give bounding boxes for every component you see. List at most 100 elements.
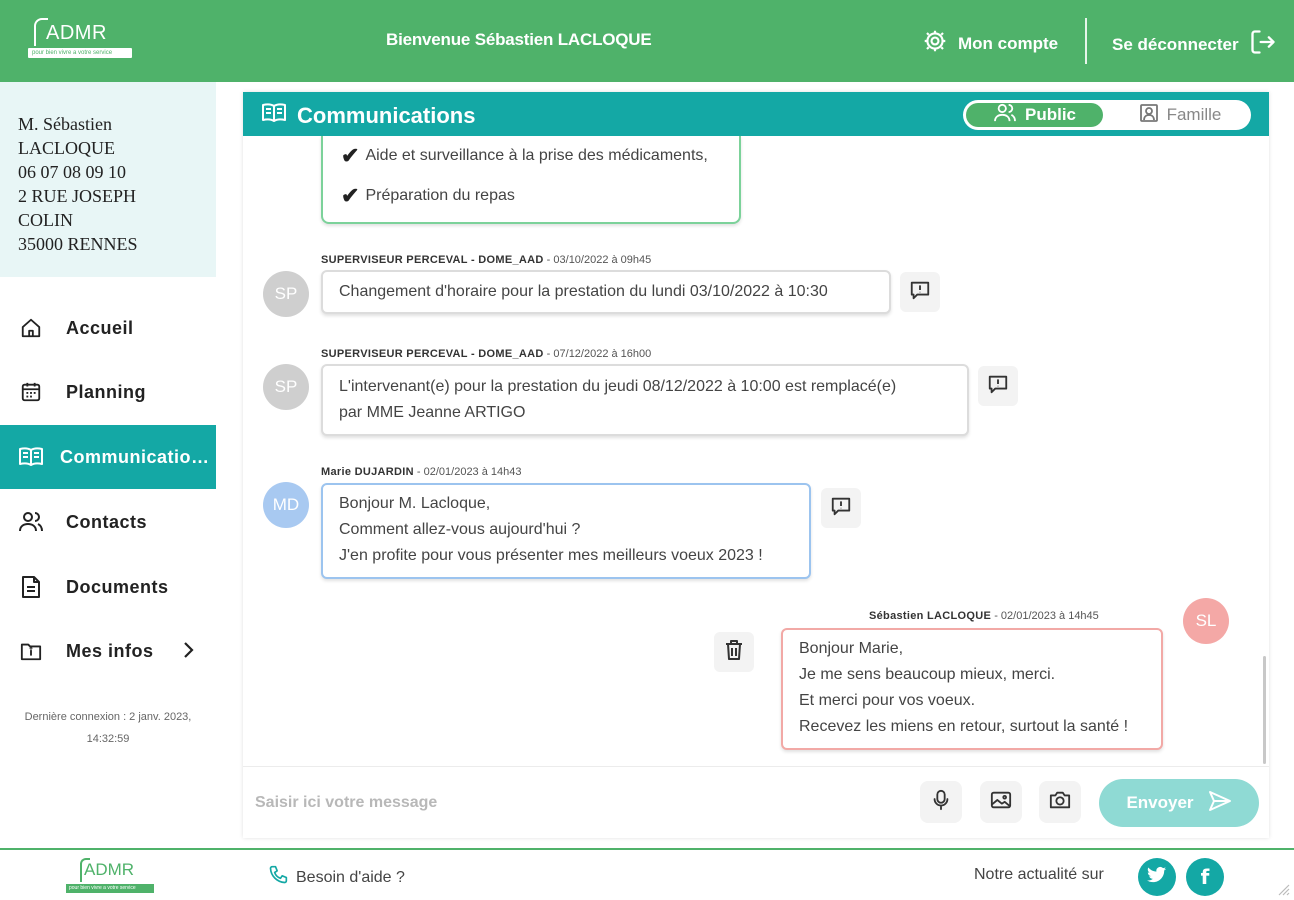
news-label: Notre actualité sur xyxy=(974,866,1104,883)
logo-text: ADMR xyxy=(46,22,107,44)
sidebar-item-label: Accueil xyxy=(66,317,134,338)
message-line: Recevez les miens en retour, surtout la … xyxy=(799,718,1129,735)
message-bubble: Bonjour M. Lacloque, Comment allez-vous … xyxy=(321,483,811,579)
reply-button[interactable] xyxy=(821,488,861,528)
folder-info-icon xyxy=(18,638,44,664)
message-thread[interactable]: ✔ Aide et surveillance à la prise des mé… xyxy=(243,136,1269,766)
message-author: SUPERVISEUR PERCEVAL - DOME_AAD xyxy=(321,254,544,266)
message-bubble: Changement d'horaire pour la prestation … xyxy=(321,270,891,314)
sidebar-item-mes-infos[interactable]: Mes infos xyxy=(0,619,216,683)
message-line: Comment allez-vous aujourd'hui ? xyxy=(339,521,581,538)
footer-logo-tagline-bar: pour bien vivre a votre service xyxy=(66,884,154,893)
footer-logo-text: ADMR xyxy=(84,860,135,879)
people-icon xyxy=(993,103,1017,128)
user-phone: 06 07 08 09 10 xyxy=(18,162,126,182)
panel-title: Communications xyxy=(261,102,475,130)
message-line: Bonjour Marie, xyxy=(799,640,904,657)
welcome-text: Bienvenue Sébastien LACLOQUE xyxy=(386,30,652,49)
book-icon xyxy=(261,102,287,130)
message-meta: SUPERVISEUR PERCEVAL - DOME_AAD - 03/10/… xyxy=(321,254,651,266)
sidebar-item-label: Contacts xyxy=(66,511,148,532)
logout-button[interactable]: Se déconnecter xyxy=(1112,28,1277,61)
comment-icon xyxy=(909,279,931,306)
message-line: J'en profite pour vous présenter mes mei… xyxy=(339,547,763,564)
image-button[interactable] xyxy=(980,781,1022,823)
comment-icon xyxy=(830,495,852,522)
admr-logo[interactable]: ADMR pour bien vivre a votre service xyxy=(28,18,134,64)
help-label: Besoin d'aide ? xyxy=(296,868,405,886)
message-author: Marie DUJARDIN xyxy=(321,466,414,478)
checklist-item-text: Préparation du repas xyxy=(365,187,515,204)
send-icon xyxy=(1208,790,1232,817)
logo-tagline: pour bien vivre a votre service xyxy=(32,50,113,56)
twitter-icon xyxy=(1147,866,1167,889)
toggle-public[interactable]: Public xyxy=(966,103,1103,127)
book-icon xyxy=(18,444,44,470)
sidebar-item-accueil[interactable]: Accueil xyxy=(0,296,216,360)
message-author: Sébastien LACLOQUE xyxy=(869,610,992,622)
gear-icon xyxy=(922,28,948,59)
footer: ADMR pour bien vivre a votre service Bes… xyxy=(0,848,1294,900)
sidebar-item-planning[interactable]: Planning xyxy=(0,360,216,424)
help-link[interactable]: Besoin d'aide ? xyxy=(268,865,405,890)
sidebar-item-label: Documents xyxy=(66,576,169,597)
image-icon xyxy=(990,790,1012,815)
message-line: Bonjour M. Lacloque, xyxy=(339,495,491,512)
message-meta: Marie DUJARDIN - 02/01/2023 à 14h43 xyxy=(321,466,522,478)
avatar: SL xyxy=(1183,598,1229,644)
account-button[interactable]: Mon compte xyxy=(922,28,1058,59)
message-bubble: Bonjour Marie, Je me sens beaucoup mieux… xyxy=(781,628,1163,750)
avatar: MD xyxy=(263,482,309,528)
facebook-button[interactable]: f xyxy=(1186,858,1224,896)
footer-admr-logo[interactable]: ADMR pour bien vivre a votre service xyxy=(66,858,156,896)
home-icon xyxy=(18,315,44,341)
panel-header: Communications Public Famille xyxy=(243,92,1269,136)
document-icon xyxy=(18,574,44,600)
top-header: ADMR pour bien vivre a votre service Bie… xyxy=(0,0,1294,82)
message-author: SUPERVISEUR PERCEVAL - DOME_AAD xyxy=(321,348,544,360)
scrollbar[interactable] xyxy=(1263,656,1266,764)
message-line: Changement d'horaire pour la prestation … xyxy=(339,283,828,300)
user-name-line2: LACLOQUE xyxy=(18,138,115,158)
message-date: - 03/10/2022 à 09h45 xyxy=(543,254,652,266)
sidebar-item-label: Communications xyxy=(60,446,210,467)
checklist-item: ✔ Préparation du repas xyxy=(341,176,723,216)
user-name-line1: M. Sébastien xyxy=(18,114,112,134)
user-city: 35000 RENNES xyxy=(18,234,138,254)
message-input[interactable] xyxy=(255,787,895,819)
trash-icon xyxy=(724,639,744,666)
logo-tagline-bar: pour bien vivre a votre service xyxy=(28,48,132,58)
delete-button[interactable] xyxy=(714,632,754,672)
phone-icon xyxy=(268,865,288,890)
reply-button[interactable] xyxy=(900,272,940,312)
user-address-line2: COLIN xyxy=(18,210,73,230)
microphone-icon xyxy=(932,789,950,816)
twitter-button[interactable] xyxy=(1138,858,1176,896)
avatar: SP xyxy=(263,271,309,317)
camera-button[interactable] xyxy=(1039,781,1081,823)
avatar: SP xyxy=(263,364,309,410)
send-button[interactable]: Envoyer xyxy=(1099,779,1259,827)
resize-grip-icon[interactable] xyxy=(1276,882,1290,900)
communications-panel: Communications Public Famille ✔ Aide et … xyxy=(243,92,1269,838)
facebook-icon: f xyxy=(1200,865,1210,889)
last-connection: Dernière connexion : 2 janv. 2023, 14:32… xyxy=(0,706,216,750)
sidebar-item-documents[interactable]: Documents xyxy=(0,555,216,619)
reply-button[interactable] xyxy=(978,366,1018,406)
microphone-button[interactable] xyxy=(920,781,962,823)
sidebar-item-communications[interactable]: Communications xyxy=(0,425,216,489)
message-checklist: ✔ Aide et surveillance à la prise des mé… xyxy=(321,136,741,224)
comment-icon xyxy=(987,373,1009,400)
sidebar-item-contacts[interactable]: Contacts xyxy=(0,490,216,554)
message-meta: SUPERVISEUR PERCEVAL - DOME_AAD - 07/12/… xyxy=(321,348,651,360)
checklist-item-text: Aide et surveillance à la prise des médi… xyxy=(365,147,708,164)
sidebar-item-label: Mes infos xyxy=(66,640,154,661)
message-line: par MME Jeanne ARTIGO xyxy=(339,404,526,421)
checkmark-icon: ✔ xyxy=(341,143,360,168)
header-divider xyxy=(1085,18,1087,64)
message-bubble: L'intervenant(e) pour la prestation du j… xyxy=(321,364,969,436)
toggle-famille[interactable]: Famille xyxy=(1113,103,1247,127)
user-address-line1: 2 RUE JOSEPH xyxy=(18,186,137,206)
user-info-box: M. Sébastien LACLOQUE 06 07 08 09 10 2 R… xyxy=(0,82,216,277)
last-connection-date: Dernière connexion : 2 janv. 2023, xyxy=(24,711,192,723)
